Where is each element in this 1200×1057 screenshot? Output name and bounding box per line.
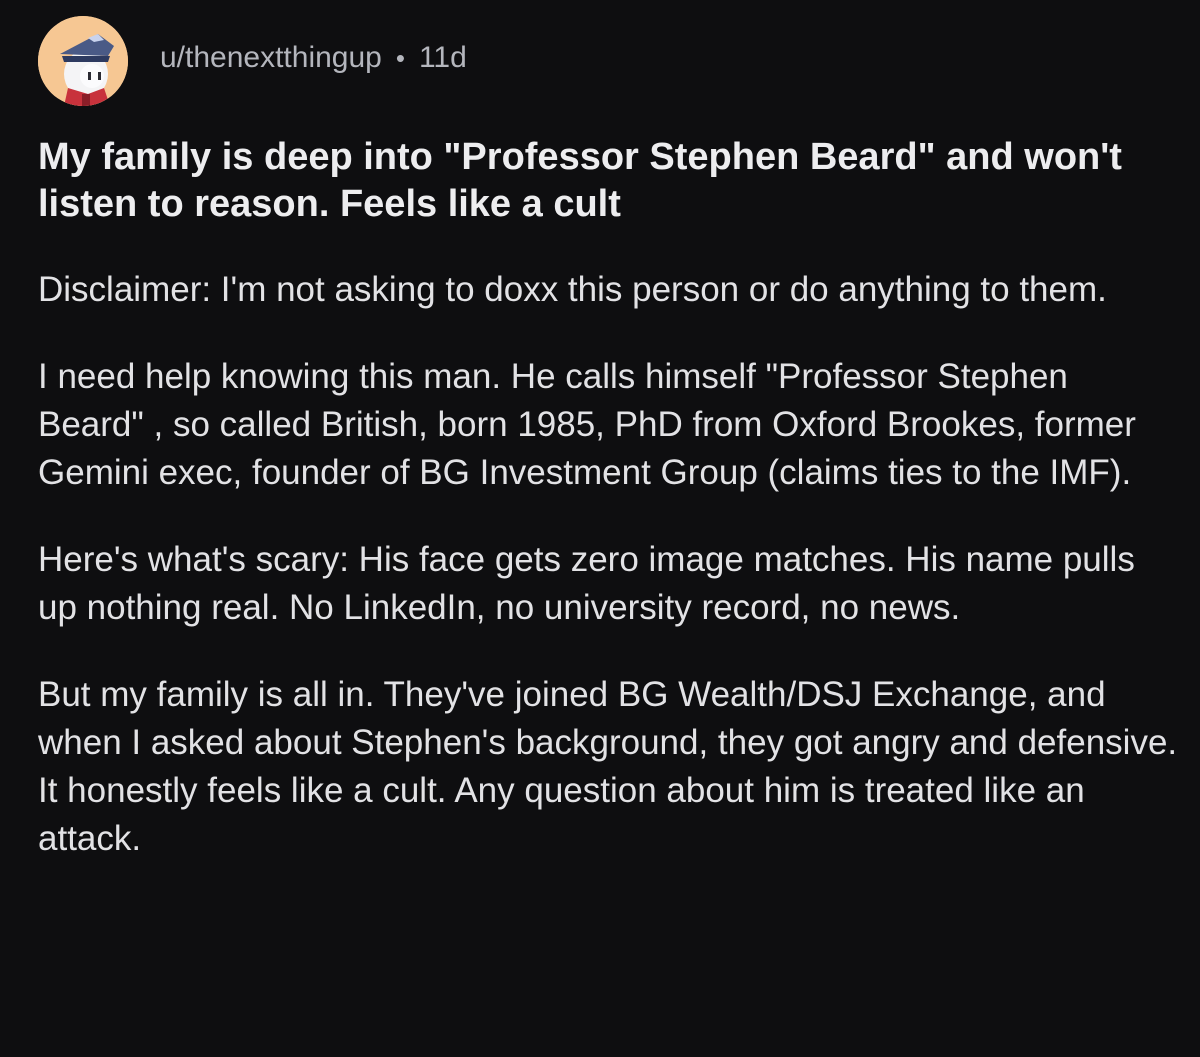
- post-meta: u/thenextthingup • 11d: [160, 41, 467, 75]
- post-age: 11d: [418, 41, 467, 74]
- post-paragraph-disclaimer: Disclaimer: I'm not asking to doxx this …: [38, 270, 1107, 309]
- post-title[interactable]: My family is deep into "Professor Stephe…: [38, 134, 1128, 228]
- meta-separator: •: [395, 42, 405, 73]
- post-paragraph-description: I need help knowing this man. He calls h…: [38, 357, 1136, 492]
- post-header: u/thenextthingup • 11d: [38, 14, 1178, 108]
- post-paragraph-family: But my family is all in. They've joined …: [38, 675, 1178, 858]
- post-card: u/thenextthingup • 11d My family is deep…: [38, 14, 1178, 863]
- avatar-illustration: [38, 16, 128, 106]
- post-paragraph-concern: Here's what's scary: His face gets zero …: [38, 540, 1135, 627]
- avatar[interactable]: [38, 16, 128, 106]
- author-username[interactable]: u/thenextthingup: [160, 41, 382, 75]
